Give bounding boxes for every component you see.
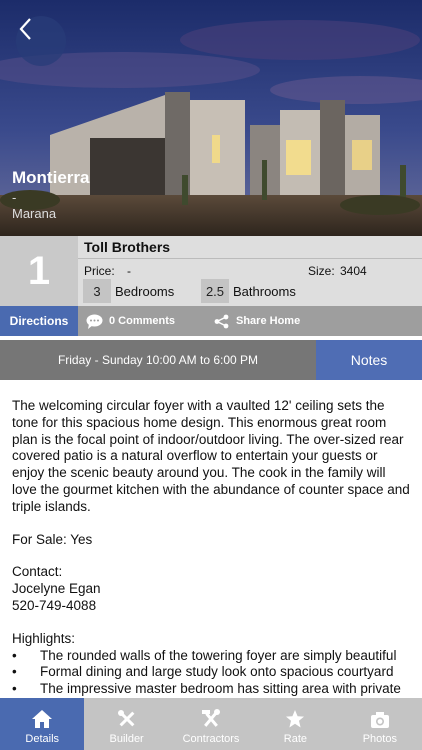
size-label: Size: <box>308 264 335 278</box>
tab-details[interactable]: Details <box>0 698 85 750</box>
home-subtitle: - <box>12 190 17 205</box>
share-home-button[interactable]: Share Home <box>214 306 300 336</box>
home-name: Montierra <box>12 168 90 187</box>
back-button[interactable] <box>16 16 66 66</box>
hammer-wrench-icon <box>202 709 221 727</box>
tab-label: Contractors <box>182 733 240 745</box>
comment-icon <box>86 314 103 329</box>
star-icon <box>286 710 305 728</box>
tab-builder[interactable]: Builder <box>84 698 168 750</box>
description-scroll[interactable]: The welcoming circular foyer with a vaul… <box>12 398 412 698</box>
list-item: The impressive master bedroom has sittin… <box>12 681 412 698</box>
list-item: The rounded walls of the towering foyer … <box>12 648 412 665</box>
chevron-left-icon <box>19 18 31 40</box>
notes-button[interactable]: Notes <box>316 340 422 380</box>
home-city: Marana <box>12 206 57 221</box>
tab-contractors[interactable]: Contractors <box>169 698 253 750</box>
tab-photos[interactable]: Photos <box>338 698 422 750</box>
directions-button[interactable]: Directions <box>0 306 78 336</box>
tab-label: Rate <box>283 733 308 745</box>
open-hours: Friday - Sunday 10:00 AM to 6:00 PM <box>0 340 316 380</box>
highlights-list: The rounded walls of the towering foyer … <box>12 648 412 698</box>
tools-icon <box>117 710 135 727</box>
house-icon <box>32 710 53 728</box>
camera-icon <box>370 712 389 728</box>
size-value: 3404 <box>340 264 367 278</box>
tab-rate[interactable]: Rate <box>253 698 337 750</box>
tab-label: Details <box>25 733 60 745</box>
contact-heading: Contact: <box>12 564 63 580</box>
info-panel: 1 Toll Brothers Price: - Size: 3404 3 Be… <box>0 236 422 306</box>
comments-button[interactable]: 0 Comments <box>86 306 175 336</box>
hero-photo: Montierra - Marana <box>0 0 422 236</box>
share-home-label: Share Home <box>236 315 301 327</box>
hours-row: Friday - Sunday 10:00 AM to 6:00 PM Note… <box>0 340 422 380</box>
for-sale-status: For Sale: Yes <box>12 531 93 547</box>
divider <box>78 258 422 259</box>
list-item: Formal dining and large study look onto … <box>12 664 412 681</box>
action-bar: Directions 0 Comments Share Home <box>0 306 422 336</box>
bedrooms-label: Bedrooms <box>115 284 175 299</box>
bedrooms-count: 3 <box>83 279 111 303</box>
contact-section: Contact: Jocelyne Egan 520-749-4088 <box>12 564 412 614</box>
tab-label: Builder <box>109 733 144 745</box>
price-value: - <box>127 264 131 278</box>
description-text: The welcoming circular foyer with a vaul… <box>12 398 410 514</box>
contact-phone[interactable]: 520-749-4088 <box>12 598 412 615</box>
comments-label: 0 Comments <box>109 315 176 327</box>
bathrooms-label: Bathrooms <box>233 284 296 299</box>
bathrooms-count: 2.5 <box>201 279 229 303</box>
tab-label: Photos <box>362 733 397 745</box>
tab-bar: Details Builder Contractors Rate Photos <box>0 698 422 750</box>
price-label: Price: <box>84 264 115 278</box>
builder-name: Toll Brothers <box>84 239 171 255</box>
share-icon <box>214 314 229 328</box>
contact-name: Jocelyne Egan <box>12 581 101 597</box>
highlights-heading: Highlights: <box>12 630 76 646</box>
rank-number: 1 <box>0 236 78 306</box>
